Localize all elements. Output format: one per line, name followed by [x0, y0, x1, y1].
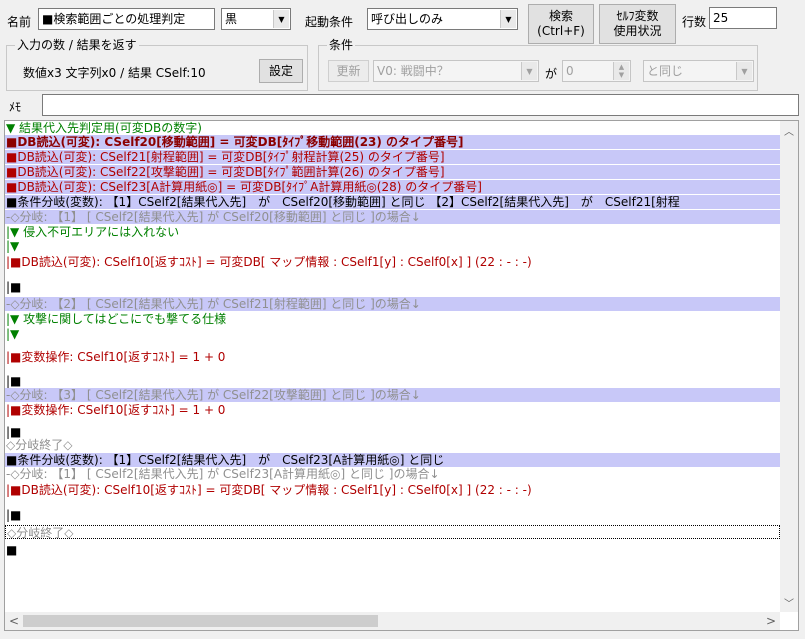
event-line[interactable]: ■DB読込(可変): CSelf21[射程範囲] = 可変DB[ﾀｲﾌﾟ射程計算… — [5, 150, 780, 164]
search-button[interactable]: 検索 (Ctrl+F) — [528, 4, 594, 44]
set-button[interactable]: 設定 — [259, 59, 303, 83]
event-line[interactable]: |■DB読込(可変): CSelf10[返すｺｽﾄ] = 可変DB[ マップ情報… — [5, 255, 780, 269]
event-line[interactable]: ■ — [5, 543, 780, 557]
event-line[interactable]: -◇分岐: 【3】 [ CSelf2[結果代入先] が CSelf22[攻撃範囲… — [5, 388, 780, 402]
scroll-down-icon[interactable]: ﹀ — [784, 595, 794, 610]
event-line[interactable]: ■条件分岐(変数): 【1】CSelf2[結果代入先] が CSelf20[移動… — [5, 195, 780, 209]
chevron-down-icon[interactable]: ▼ — [736, 62, 752, 80]
update-button[interactable]: 更新 — [328, 60, 369, 82]
condition-group-title: 条件 — [327, 38, 356, 52]
event-line[interactable]: |■ — [5, 425, 780, 439]
self-var-button-line1: ｾﾙﾌ変数 — [616, 9, 659, 23]
event-line[interactable]: ▼ 結果代入先判定用(可変DBの数字) — [5, 121, 780, 135]
event-command-list[interactable]: ▼ 結果代入先判定用(可変DBの数字) ■DB読込(可変): CSelf20[移動… — [4, 120, 799, 631]
event-line[interactable]: |▼ — [5, 327, 780, 341]
io-group-title: 入力の数 / 結果を返す — [15, 38, 139, 52]
chevron-down-icon[interactable]: ▼ — [521, 62, 537, 80]
event-line[interactable]: -◇分岐: 【1】 [ CSelf2[結果代入先] が CSelf20[移動範囲… — [5, 210, 780, 224]
event-line[interactable]: ■DB読込(可変): CSelf23[A計算用紙◎] = 可変DB[ﾀｲﾌﾟA計… — [5, 180, 780, 194]
event-line[interactable]: |■DB読込(可変): CSelf10[返すｺｽﾄ] = 可変DB[ マップ情報… — [5, 483, 780, 497]
condition-variable-value: V0: 戦闘中？ — [377, 64, 449, 78]
scroll-right-icon[interactable]: > — [766, 614, 776, 628]
event-line[interactable]: |■変数操作: CSelf10[返すｺｽﾄ] = 1 + 0 — [5, 350, 780, 364]
condition-operator-value: と同じ — [647, 64, 684, 78]
vertical-scrollbar[interactable]: ︿ ﹀ — [780, 121, 798, 612]
horizontal-scrollbar[interactable]: < > — [5, 612, 780, 630]
event-line[interactable]: |■ — [5, 374, 780, 388]
memo-field[interactable] — [42, 94, 799, 116]
event-line[interactable]: -◇分岐: 【1】 [ CSelf2[結果代入先] が CSelf23[A計算用… — [5, 467, 780, 481]
update-button-label: 更新 — [336, 63, 361, 78]
condition-variable-select[interactable]: V0: 戦闘中？ ▼ — [373, 60, 539, 82]
trigger-label: 起動条件 — [305, 15, 354, 29]
event-line[interactable]: ◇分岐終了◇ — [5, 525, 780, 539]
ga-label: が — [545, 67, 558, 81]
event-line[interactable]: |■ — [5, 280, 780, 294]
condition-number-spinner[interactable]: 0 ▲ ▼ — [562, 60, 631, 82]
event-name-field[interactable]: ■検索範囲ごとの処理判定 — [38, 8, 215, 30]
trigger-select-value: 呼び出しのみ — [371, 12, 444, 26]
io-summary-text: 数値x3 文字列x0 / 結果 CSelf:10 — [23, 66, 206, 80]
self-var-usage-button[interactable]: ｾﾙﾌ変数 使用状況 — [599, 4, 676, 44]
event-line[interactable]: ◇分岐終了◇ — [5, 438, 780, 452]
event-line[interactable]: ■DB読込(可変): CSelf22[攻撃範囲] = 可変DB[ﾀｲﾌﾟ範囲計算… — [5, 165, 780, 179]
event-line[interactable]: ■条件分岐(変数): 【1】CSelf2[結果代入先] が CSelf23[A計… — [5, 453, 780, 467]
rows-field[interactable]: 25 — [709, 7, 777, 29]
event-line[interactable]: |■変数操作: CSelf10[返すｺｽﾄ] = 1 + 0 — [5, 403, 780, 417]
memo-label: ﾒﾓ — [9, 100, 22, 114]
name-label: 名前 — [7, 15, 32, 29]
chevron-down-icon[interactable]: ▼ — [273, 10, 289, 28]
event-line[interactable]: |▼ 攻撃に関してはどこにでも撃てる仕様 — [5, 312, 780, 326]
chevron-down-icon[interactable]: ▼ — [500, 10, 516, 28]
event-line[interactable]: |■ — [5, 508, 780, 522]
set-button-label: 設定 — [268, 63, 293, 78]
trigger-select[interactable]: 呼び出しのみ ▼ — [367, 8, 518, 30]
event-line[interactable]: |▼ 侵入不可エリアには入れない — [5, 225, 780, 239]
scroll-left-icon[interactable]: < — [9, 614, 19, 628]
search-button-line2: (Ctrl+F) — [537, 24, 585, 38]
color-select[interactable]: 黒 ▼ — [221, 8, 291, 30]
spinner-icon[interactable]: ▲ ▼ — [613, 62, 629, 80]
condition-number-value: 0 — [566, 64, 574, 78]
scroll-up-icon[interactable]: ︿ — [784, 123, 794, 138]
search-button-line1: 検索 — [548, 9, 573, 23]
event-line[interactable]: ■DB読込(可変): CSelf20[移動範囲] = 可変DB[ﾀｲﾌﾟ移動範囲… — [5, 135, 780, 149]
condition-operator-select[interactable]: と同じ ▼ — [643, 60, 754, 82]
rows-label: 行数 — [682, 15, 707, 29]
event-line[interactable]: -◇分岐: 【2】 [ CSelf2[結果代入先] が CSelf21[射程範囲… — [5, 297, 780, 311]
self-var-button-line2: 使用状況 — [613, 24, 662, 38]
event-line[interactable]: |▼ — [5, 239, 780, 253]
horizontal-scroll-thumb[interactable] — [23, 615, 378, 627]
color-select-value: 黒 — [225, 12, 238, 26]
